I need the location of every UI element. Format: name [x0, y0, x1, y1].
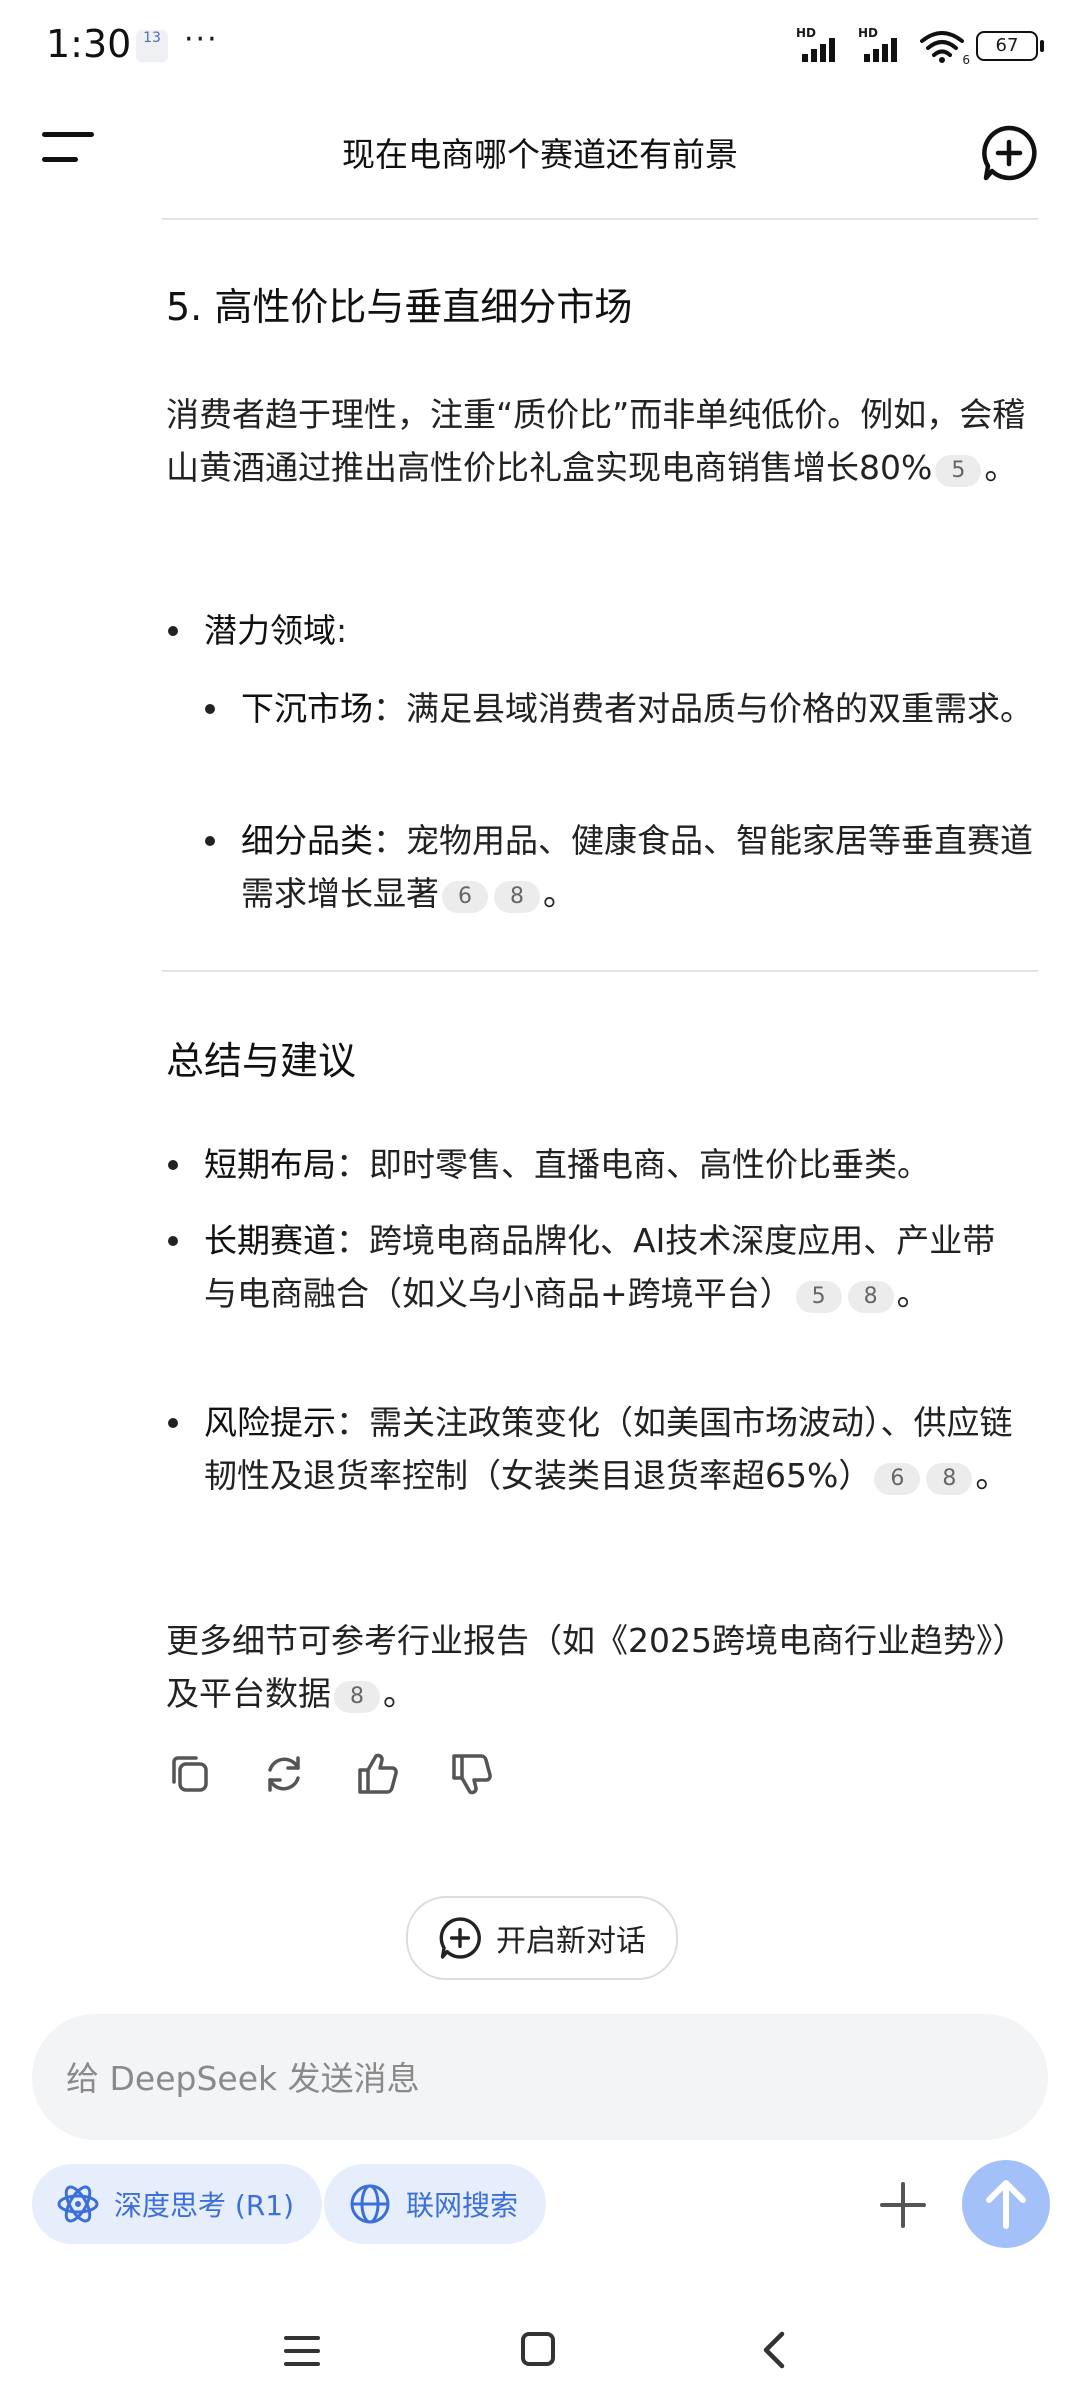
message-input[interactable]: [64, 2044, 1008, 2112]
new-chat-icon: [439, 1917, 481, 1959]
status-indicators: HD HD 6 67: [796, 26, 1044, 67]
wifi-icon: 6: [920, 29, 970, 67]
list-item: 下沉市场：满足县域消费者对品质与价格的双重需求。: [205, 682, 1041, 735]
closing-paragraph: 更多细节可参考行业报告（如《2025跨境电商行业趋势》）及平台数据 8。: [166, 1621, 1026, 1713]
back-icon[interactable]: [756, 2330, 796, 2370]
calendar-icon: 13: [136, 30, 168, 62]
attach-plus-icon[interactable]: [878, 2180, 928, 2230]
home-icon[interactable]: [521, 2332, 555, 2366]
citation-badge[interactable]: 6: [874, 1463, 921, 1495]
copy-icon[interactable]: [166, 1750, 214, 1802]
atom-icon: [57, 2185, 99, 2223]
battery-icon: 67: [976, 31, 1044, 61]
globe-icon: [350, 2184, 390, 2224]
list-item: 短期布局：即时零售、直播电商、高性价比垂类。: [168, 1138, 1044, 1191]
signal-icon-2: HD: [858, 26, 908, 64]
list-item: 长期赛道：跨境电商品牌化、AI技术深度应用、产业带与电商融合（如义乌小商品+跨境…: [168, 1214, 1019, 1320]
message-actions: [166, 1750, 496, 1802]
divider: [162, 970, 1038, 972]
section-paragraph: 消费者趋于理性，注重“质价比”而非单纯低价。例如，会稽山黄酒通过推出高性价比礼盒…: [166, 395, 1026, 487]
list-item: 潜力领域:: [168, 604, 1044, 657]
citation-badge[interactable]: 5: [935, 455, 982, 487]
list-item: 细分品类：宠物用品、健康食品、智能家居等垂直赛道需求增长显著 6 8。: [205, 814, 1041, 920]
top-bar: 现在电商哪个赛道还有前景: [0, 92, 1080, 212]
status-bar: 1:30 13 ··· HD HD 6 67: [0, 0, 1080, 92]
thumbs-up-icon[interactable]: [354, 1750, 402, 1802]
citation-badge[interactable]: 8: [494, 881, 540, 913]
page-title: 现在电商哪个赛道还有前景: [342, 135, 738, 174]
citation-badge[interactable]: 8: [334, 1681, 380, 1713]
citation-badge[interactable]: 6: [442, 881, 488, 913]
section-heading: 5. 高性价比与垂直细分市场: [166, 285, 633, 329]
signal-icon: HD: [796, 26, 846, 64]
status-time: 1:30: [46, 22, 132, 66]
recent-apps-icon[interactable]: [284, 2336, 320, 2366]
send-button[interactable]: [962, 2160, 1050, 2248]
section-heading: 总结与建议: [166, 1039, 357, 1083]
message-composer: [32, 2014, 1048, 2140]
new-chat-icon[interactable]: [980, 124, 1038, 182]
more-notifications-icon: ···: [184, 22, 219, 57]
system-nav-bar: [0, 2300, 1080, 2401]
new-chat-button[interactable]: 开启新对话: [406, 1896, 678, 1980]
web-search-toggle[interactable]: 联网搜索: [324, 2164, 547, 2244]
citation-badge[interactable]: 8: [926, 1463, 973, 1495]
arrow-up-icon: [986, 2180, 1026, 2229]
thumbs-down-icon[interactable]: [448, 1750, 496, 1802]
list-item: 风险提示：需关注政策变化（如美国市场波动）、供应链韧性及退货率控制（女装类目退货…: [168, 1396, 1019, 1502]
regenerate-icon[interactable]: [260, 1750, 308, 1802]
citation-badge[interactable]: 5: [795, 1281, 842, 1313]
deep-think-toggle[interactable]: 深度思考 (R1): [32, 2164, 323, 2244]
divider: [162, 218, 1038, 220]
citation-badge[interactable]: 8: [847, 1281, 894, 1313]
